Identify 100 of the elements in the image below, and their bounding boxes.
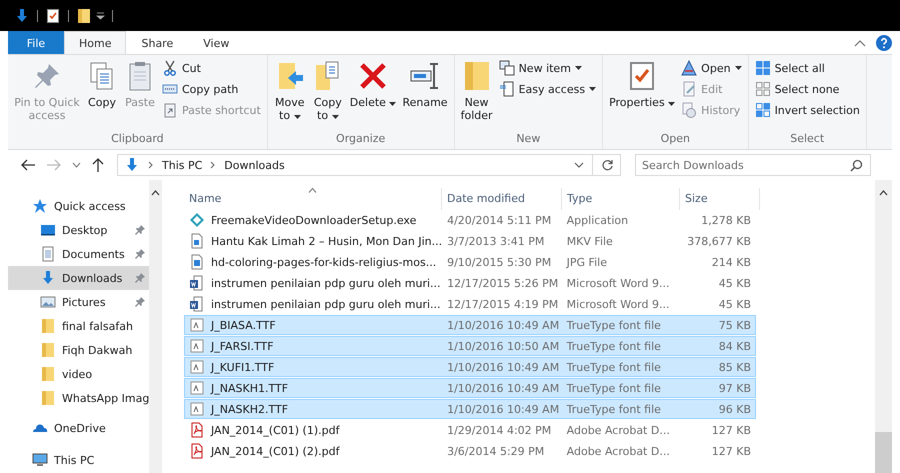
image-file-icon xyxy=(189,254,205,270)
ribbon-button[interactable]: Copy path xyxy=(160,80,263,98)
size-cell-text: 378,677 KB xyxy=(686,234,752,248)
scroll-up-icon[interactable] xyxy=(151,190,160,196)
caret-icon xyxy=(589,87,596,91)
file-name: hd-coloring-pages-for-kids-religius-mos... xyxy=(211,256,436,268)
pin-icon xyxy=(135,249,146,259)
folder-icon xyxy=(40,342,56,358)
address-bar[interactable]: This PC Downloads xyxy=(117,154,621,176)
file-row[interactable]: FreemakeVideoDownloaderSetup.exe 4/20/2014 5:11 PM Application 1,278 KB xyxy=(184,210,756,230)
navigation-item[interactable]: OneDrive xyxy=(8,416,150,440)
caret-icon xyxy=(389,102,396,106)
refresh-icon[interactable] xyxy=(601,158,614,172)
word-file-icon xyxy=(189,275,205,291)
font-file-icon xyxy=(189,317,205,333)
file-menu-tab[interactable]: File xyxy=(8,31,64,54)
ribbon-button[interactable]: New item xyxy=(496,59,598,77)
search-field[interactable]: Search Downloads xyxy=(635,154,871,176)
file-row[interactable]: instrumen penilaian pdp guru oleh muri... 12/17/2015 5:26 PM Microsoft Word 9... 45 KB xyxy=(184,273,756,293)
ribbon-button[interactable]: Open xyxy=(679,59,744,77)
recent-locations-icon[interactable] xyxy=(72,162,81,168)
ribbon-button[interactable]: Cut xyxy=(160,59,263,77)
breadcrumb[interactable]: This PC xyxy=(162,158,202,172)
collapse-ribbon-icon[interactable] xyxy=(854,38,866,46)
open-icon xyxy=(681,60,698,76)
back-icon[interactable] xyxy=(20,158,36,172)
ribbon-button[interactable]: New folder xyxy=(458,58,495,132)
scroll-up-icon[interactable] xyxy=(879,190,888,196)
ribbon-button[interactable]: Select none xyxy=(752,80,862,98)
chevron-icon[interactable] xyxy=(210,161,216,169)
column-header[interactable]: Size xyxy=(680,188,760,210)
download-icon xyxy=(40,270,56,286)
navigation-item[interactable]: Pictures xyxy=(8,290,150,314)
file-row[interactable]: J_NASKH1.TTF 1/10/2016 10:49 AM TrueType font file 97 KB xyxy=(184,378,756,398)
file-row[interactable]: J_BIASA.TTF 1/10/2016 10:49 AM TrueType font file 75 KB xyxy=(184,315,756,335)
picture-icon xyxy=(40,294,56,310)
date-cell-text: 12/17/2015 4:19 PM xyxy=(446,298,560,310)
file-row[interactable]: Hantu Kak Limah 2 – Husin, Mon Dan Jin... 3/7/2013 3:41 PM MKV File 378,677 KB xyxy=(184,231,756,251)
quick-access-button[interactable] xyxy=(45,8,61,24)
ribbon-button[interactable]: Easy access xyxy=(496,80,598,98)
select-none-icon xyxy=(754,81,771,97)
quick-access-button[interactable] xyxy=(76,8,92,24)
date-cell-text: 1/10/2016 10:49 AM xyxy=(446,360,560,374)
file-name: JAN_2014_(C01) (1).pdf xyxy=(211,424,340,436)
size-cell-text: 75 KB xyxy=(718,318,752,332)
date-cell-text: 1/10/2016 10:49 AM xyxy=(446,382,560,394)
chevron-icon[interactable] xyxy=(148,161,154,169)
ribbon-button[interactable]: Copy xyxy=(84,58,120,132)
font-file-icon xyxy=(189,401,205,417)
font-file-icon xyxy=(189,359,205,375)
sort-icon xyxy=(308,188,317,193)
navigation-item[interactable]: Desktop xyxy=(8,218,150,242)
font-file-icon xyxy=(189,380,205,396)
scroll-thumb[interactable] xyxy=(875,432,892,473)
navigation-item[interactable]: Downloads xyxy=(8,266,150,290)
size-cell-text: 84 KB xyxy=(718,340,752,352)
scrollbar[interactable] xyxy=(875,180,892,473)
column-header[interactable]: Date modified xyxy=(442,188,562,210)
ribbon-tab[interactable]: Home xyxy=(64,31,126,54)
navigation-item[interactable]: Quick access xyxy=(8,194,150,218)
dropdown-icon[interactable] xyxy=(574,162,584,168)
date-cell-text: 4/20/2014 5:11 PM xyxy=(446,214,552,226)
file-row[interactable]: JAN_2014_(C01) (2).pdf 3/6/2014 5:29 PM Adobe Acrobat D... 127 KB xyxy=(184,441,756,461)
size-cell-text: 1,278 KB xyxy=(700,214,752,226)
caret-icon xyxy=(734,66,742,70)
ribbon-tab[interactable]: Share xyxy=(126,31,188,54)
size-cell-text: 127 KB xyxy=(710,424,752,436)
customize-toolbar-icon[interactable] xyxy=(96,11,105,20)
navigation-item[interactable]: video xyxy=(8,362,150,386)
size-cell-text: 214 KB xyxy=(710,256,752,268)
column-header[interactable]: Name xyxy=(184,188,442,210)
search-icon xyxy=(850,159,863,172)
ribbon-button[interactable]: Select all xyxy=(752,59,862,77)
scrollbar[interactable] xyxy=(149,180,162,473)
file-row[interactable]: JAN_2014_(C01) (1).pdf 1/29/2014 4:02 PM Adobe Acrobat D... 127 KB xyxy=(184,420,756,440)
type-cell-text: MKV File xyxy=(566,234,614,248)
file-row[interactable]: J_FARSI.TTF 1/10/2016 10:50 AM TrueType font file 84 KB xyxy=(184,336,756,356)
ribbon-button[interactable]: Copy to xyxy=(310,58,346,132)
type-cell-text: JPG File xyxy=(565,256,608,268)
navigation-item[interactable]: This PC xyxy=(8,448,150,472)
ribbon-button[interactable]: Move to xyxy=(272,58,308,132)
file-row[interactable]: J_NASKH2.TTF 1/10/2016 10:49 AM TrueType font file 96 KB xyxy=(184,399,756,419)
ribbon-button[interactable]: Properties xyxy=(607,58,678,132)
breadcrumb[interactable]: Downloads xyxy=(224,158,285,172)
up-icon[interactable] xyxy=(91,157,105,173)
navigation-item[interactable]: WhatsApp Imag xyxy=(8,386,150,410)
navigation-item[interactable]: Fiqh Dakwah xyxy=(8,338,150,362)
ribbon-tab[interactable]: View xyxy=(188,31,244,54)
column-header[interactable]: Type xyxy=(562,188,680,210)
ribbon-button[interactable]: Rename xyxy=(400,58,450,132)
file-name: J_BIASA.TTF xyxy=(211,318,276,332)
ribbon-button[interactable]: Invert selection xyxy=(752,101,862,119)
navigation-item[interactable]: final falsafah xyxy=(8,314,150,338)
help-icon[interactable] xyxy=(876,34,892,50)
file-row[interactable]: J_KUFI1.TTF 1/10/2016 10:49 AM TrueType font file 85 KB xyxy=(184,357,756,377)
type-cell-text: TrueType font file xyxy=(566,360,662,374)
ribbon-button[interactable]: Delete xyxy=(348,58,398,132)
file-row[interactable]: hd-coloring-pages-for-kids-religius-mos... 9/10/2015 5:30 PM JPG File 214 KB xyxy=(184,252,756,272)
navigation-item[interactable]: Documents xyxy=(8,242,150,266)
file-row[interactable]: instrumen penilaian pdp guru oleh muri... 12/17/2015 4:19 PM Microsoft Word 9... 45 KB xyxy=(184,294,756,314)
